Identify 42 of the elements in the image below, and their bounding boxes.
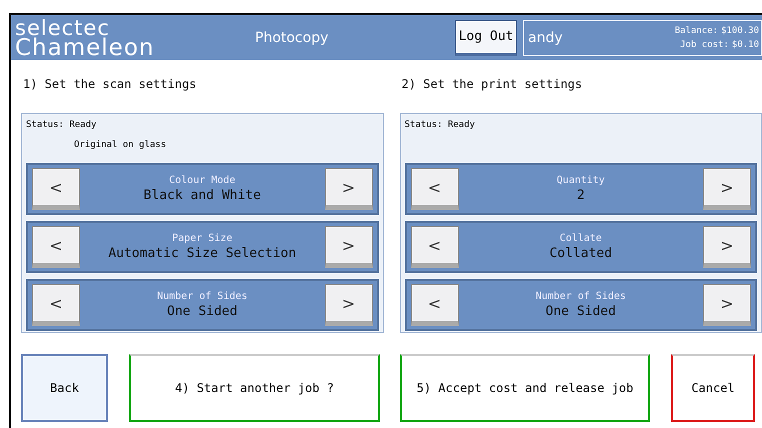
user-name: andy (528, 30, 564, 46)
next-button[interactable]: > (324, 226, 372, 268)
previous-button[interactable]: < (410, 168, 458, 210)
setting-label: Number of Sides (157, 291, 248, 302)
setting-value: Collated (549, 246, 612, 261)
section-heading: 2) Set the print settings (402, 77, 584, 93)
status-text: Status: Ready (404, 119, 476, 132)
section-heading: 1) Set the scan settings (23, 77, 198, 93)
previous-button[interactable]: < (32, 168, 80, 210)
setting-value: 2 (576, 188, 585, 203)
previous-button[interactable]: < (32, 284, 80, 326)
cancel-button[interactable]: Cancel (671, 354, 755, 422)
job-cost-label: Job cost: (680, 40, 729, 50)
screen-title: Photocopy (255, 30, 330, 46)
previous-button[interactable]: < (410, 284, 458, 326)
setting-label: Quantity (556, 175, 605, 186)
setting-value: One Sided (167, 304, 238, 319)
setting-value: Automatic Size Selection (108, 246, 296, 261)
balance-label: Balance: (674, 26, 718, 36)
action-button[interactable]: 4) Start another job ? (129, 354, 380, 422)
log-out-button[interactable]: Log Out (455, 20, 517, 56)
setting-value: One Sided (546, 304, 616, 319)
previous-button[interactable]: < (410, 226, 458, 268)
status-text: Original on glass (73, 139, 168, 152)
previous-button[interactable]: < (32, 226, 80, 268)
brand-logo-text: selectec (15, 18, 110, 38)
brand-logo-text: Chameleon (15, 38, 156, 58)
next-button[interactable]: > (324, 168, 372, 210)
action-button[interactable]: 5) Accept cost and release job (400, 354, 650, 422)
setting-label: Colour Mode (169, 175, 236, 186)
next-button[interactable]: > (703, 284, 751, 326)
next-button[interactable]: > (703, 168, 751, 210)
balance-value: $100.30 (721, 26, 759, 36)
job-cost-value: $0.10 (732, 40, 759, 50)
setting-label: Number of Sides (536, 291, 626, 302)
setting-value: Black and White (144, 188, 261, 203)
next-button[interactable]: > (324, 284, 372, 326)
status-text: Status: Ready (26, 119, 98, 132)
setting-label: Collate (560, 233, 602, 244)
next-button[interactable]: > (703, 226, 751, 268)
setting-label: Paper Size (172, 233, 232, 244)
back-button[interactable]: Back (21, 354, 108, 422)
